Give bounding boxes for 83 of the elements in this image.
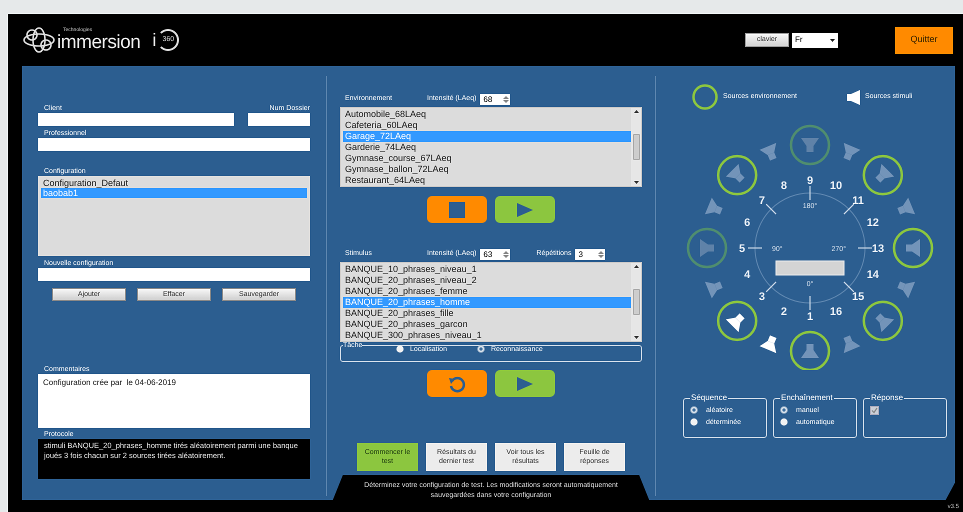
radio-icon[interactable] bbox=[690, 406, 698, 414]
play-button[interactable] bbox=[495, 370, 555, 397]
source-ring[interactable] bbox=[790, 330, 830, 370]
list-item[interactable]: Gymnase_ballon_72LAeq bbox=[343, 164, 631, 175]
radio-icon[interactable] bbox=[690, 418, 698, 426]
list-item[interactable]: Configuration_Defaut bbox=[41, 178, 307, 188]
scroll-thumb[interactable] bbox=[632, 289, 640, 315]
input-field[interactable] bbox=[38, 138, 310, 151]
play-icon bbox=[517, 376, 533, 390]
scroll-thumb[interactable] bbox=[632, 134, 640, 160]
speaker-icon bbox=[846, 90, 860, 104]
speaker-number: 7 bbox=[758, 194, 765, 207]
repetitions-spinner[interactable]: 3 bbox=[575, 249, 606, 260]
source-ring-icon bbox=[692, 84, 718, 110]
language-select[interactable]: Fr bbox=[792, 32, 838, 48]
speaker-icon[interactable] bbox=[760, 335, 776, 354]
input-field[interactable] bbox=[38, 113, 234, 126]
spin-arrows-icon[interactable] bbox=[503, 95, 510, 104]
comments-field[interactable]: Configuration crée par le 04-06-2019 bbox=[38, 374, 310, 428]
stop-button[interactable] bbox=[427, 196, 487, 223]
scrollbar[interactable] bbox=[631, 263, 641, 341]
spin-arrows-icon[interactable] bbox=[598, 250, 604, 259]
scroll-down-icon[interactable] bbox=[634, 336, 638, 339]
speaker-number: 4 bbox=[744, 269, 750, 282]
product-letter: i bbox=[152, 31, 156, 49]
source-ring[interactable] bbox=[862, 300, 904, 342]
radio-icon[interactable] bbox=[780, 406, 788, 414]
speaker-number: 13 bbox=[872, 243, 884, 255]
group-title: Réponse bbox=[870, 394, 904, 402]
spin-arrows-icon[interactable] bbox=[503, 250, 510, 259]
radio-icon[interactable] bbox=[780, 418, 788, 426]
speaker-number: 12 bbox=[866, 216, 879, 229]
speaker-icon[interactable] bbox=[726, 313, 745, 332]
replay-button[interactable] bbox=[427, 370, 487, 397]
listener-bar bbox=[776, 260, 844, 276]
input-field[interactable] bbox=[38, 268, 310, 281]
brand-name: immersion bbox=[57, 33, 140, 52]
list-item[interactable]: BANQUE_300_phrases_niveau_1 bbox=[343, 330, 631, 341]
speaker-number: 10 bbox=[830, 180, 842, 192]
scroll-down-icon[interactable] bbox=[634, 181, 638, 184]
list-item[interactable]: Automobile_68LAeq bbox=[343, 109, 631, 120]
list-item[interactable]: BANQUE_20_phrases_fille bbox=[343, 308, 631, 319]
intensity-spinner[interactable]: 68 bbox=[480, 94, 510, 105]
radio-icon[interactable] bbox=[396, 345, 404, 353]
play-icon bbox=[517, 202, 533, 216]
play-button[interactable] bbox=[495, 196, 555, 223]
group-title: Séquence bbox=[690, 394, 728, 402]
intensity-spinner[interactable]: 63 bbox=[480, 249, 510, 260]
speaker-number: 16 bbox=[830, 306, 842, 318]
list-item[interactable]: BANQUE_20_phrases_garcon bbox=[343, 319, 631, 330]
scrollbar[interactable] bbox=[631, 108, 641, 186]
list-item[interactable]: Garderie_74LAeq bbox=[343, 142, 631, 153]
scroll-up-icon[interactable] bbox=[634, 265, 638, 268]
source-ring[interactable] bbox=[716, 300, 758, 342]
scroll-up-icon[interactable] bbox=[634, 110, 638, 113]
radio-icon[interactable] bbox=[476, 345, 485, 353]
input-field[interactable] bbox=[248, 113, 310, 126]
speaker-number: 11 bbox=[852, 194, 864, 207]
source-ring[interactable] bbox=[716, 154, 758, 196]
speaker-number: 14 bbox=[866, 269, 879, 282]
speaker-number: 15 bbox=[852, 291, 864, 304]
speaker-number: 5 bbox=[738, 243, 746, 255]
source-ring[interactable] bbox=[862, 154, 904, 196]
source-ring[interactable] bbox=[892, 228, 934, 268]
speaker-number: 9 bbox=[806, 175, 814, 187]
list-item[interactable]: Restaurant_64LAeq bbox=[343, 175, 631, 186]
list-item[interactable]: BANQUE_10_phrases_niveau_1 bbox=[343, 264, 631, 275]
speaker-number: 3 bbox=[758, 291, 765, 304]
logo-icon bbox=[22, 26, 56, 54]
list-item[interactable]: BANQUE_20_phrases_femme bbox=[343, 286, 631, 297]
check-icon bbox=[871, 407, 878, 414]
list-item[interactable]: Cafeteria_60LAeq bbox=[343, 120, 631, 131]
speaker-number: 6 bbox=[744, 216, 750, 229]
list-item[interactable]: Gymnase_course_67LAeq bbox=[343, 153, 631, 164]
group-title: Enchaînement bbox=[780, 394, 834, 402]
dropdown-caret-icon bbox=[830, 38, 835, 42]
speaker-number: 1 bbox=[806, 311, 814, 323]
replay-icon bbox=[448, 374, 466, 392]
list-item[interactable]: BANQUE_20_phrases_niveau_2 bbox=[343, 275, 631, 286]
stop-icon bbox=[449, 202, 465, 218]
speaker-number: 8 bbox=[780, 180, 788, 192]
quit-button[interactable]: Quitter bbox=[895, 26, 953, 54]
speaker-number: 2 bbox=[780, 306, 788, 318]
